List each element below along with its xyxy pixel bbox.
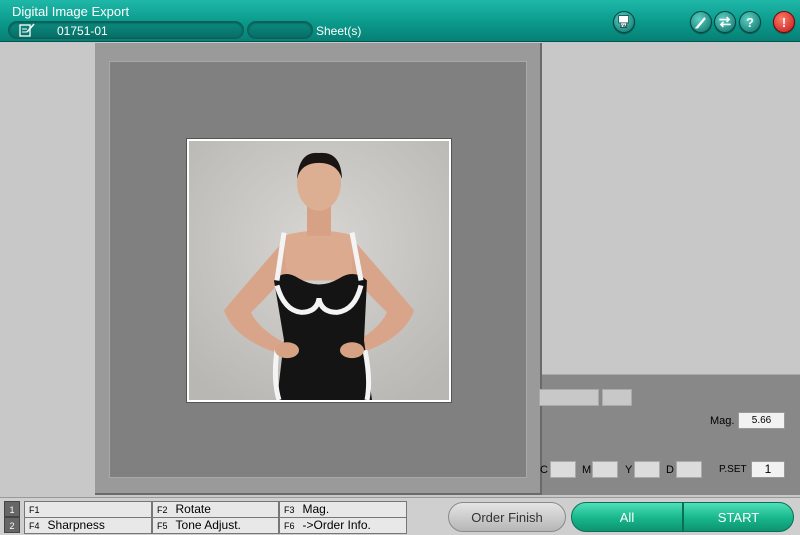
f2-key-label: F2 xyxy=(157,505,168,515)
image-preview[interactable] xyxy=(186,138,452,403)
y-value-field[interactable] xyxy=(634,461,660,478)
om-icon[interactable]: OM xyxy=(613,11,635,33)
f5-key-label: F5 xyxy=(157,521,168,531)
blank-field-2 xyxy=(602,389,632,406)
mag-value-field[interactable]: 5.66 xyxy=(738,412,785,429)
f2-rotate-key[interactable]: F2 Rotate xyxy=(152,501,279,518)
pset-label: P.SET xyxy=(719,464,747,475)
y-label: Y xyxy=(625,464,633,476)
start-button[interactable]: START xyxy=(683,502,794,532)
f6-order-info-key[interactable]: F6 ->Order Info. xyxy=(279,517,407,534)
alert-icon[interactable]: ! xyxy=(773,11,795,33)
f2-action: Rotate xyxy=(175,502,211,516)
edit-icon[interactable] xyxy=(19,23,35,37)
function-row-1-indicator[interactable]: 1 xyxy=(4,501,20,517)
c-value-field[interactable] xyxy=(550,461,576,478)
svg-text:OM: OM xyxy=(621,23,628,28)
mag-label: Mag. xyxy=(710,415,735,427)
f4-action: Sharpness xyxy=(47,518,105,532)
c-label: C xyxy=(540,464,548,476)
portrait-image xyxy=(189,141,449,400)
sheet-count-field[interactable] xyxy=(247,21,313,39)
d-value-field[interactable] xyxy=(676,461,702,478)
function-row-2-indicator[interactable]: 2 xyxy=(4,517,20,533)
all-button[interactable]: All xyxy=(571,502,683,532)
preview-panel xyxy=(95,43,542,495)
pen-icon[interactable] xyxy=(690,11,712,33)
title-bar: Digital Image Export 01751-01 Sheet(s) O… xyxy=(0,0,800,42)
f5-tone-adjust-key[interactable]: F5 Tone Adjust. xyxy=(152,517,279,534)
function-bar: 1 2 F1 F2 Rotate F3 Mag. F4 Sharpness F5 Ton… xyxy=(0,497,800,535)
blank-field-1 xyxy=(539,389,599,406)
f6-action: ->Order Info. xyxy=(302,518,371,532)
d-label: D xyxy=(666,464,674,476)
m-value-field[interactable] xyxy=(592,461,618,478)
order-number: 01751-01 xyxy=(57,24,108,38)
f4-key-label: F4 xyxy=(29,521,40,531)
f4-sharpness-key[interactable]: F4 Sharpness xyxy=(24,517,152,534)
f3-action: Mag. xyxy=(302,502,330,516)
f5-action: Tone Adjust. xyxy=(175,518,241,532)
f3-key-label: F3 xyxy=(284,505,295,515)
order-finish-button[interactable]: Order Finish xyxy=(448,502,566,532)
f6-key-label: F6 xyxy=(284,521,295,531)
m-label: M xyxy=(582,464,592,476)
f1-key-label: F1 xyxy=(29,505,40,515)
f3-mag-key[interactable]: F3 Mag. xyxy=(279,501,407,518)
preview-frame xyxy=(109,61,527,478)
help-icon[interactable]: ? xyxy=(739,11,761,33)
app-title: Digital Image Export xyxy=(12,4,130,19)
adjustment-panel: Mag. 5.66 C M Y D P.SET 1 xyxy=(539,374,800,495)
swap-icon[interactable] xyxy=(714,11,736,33)
sheet-label: Sheet(s) xyxy=(316,24,362,38)
order-number-field[interactable]: 01751-01 xyxy=(8,21,244,39)
pset-value-field[interactable]: 1 xyxy=(751,461,785,478)
f1-key[interactable]: F1 xyxy=(24,501,152,518)
